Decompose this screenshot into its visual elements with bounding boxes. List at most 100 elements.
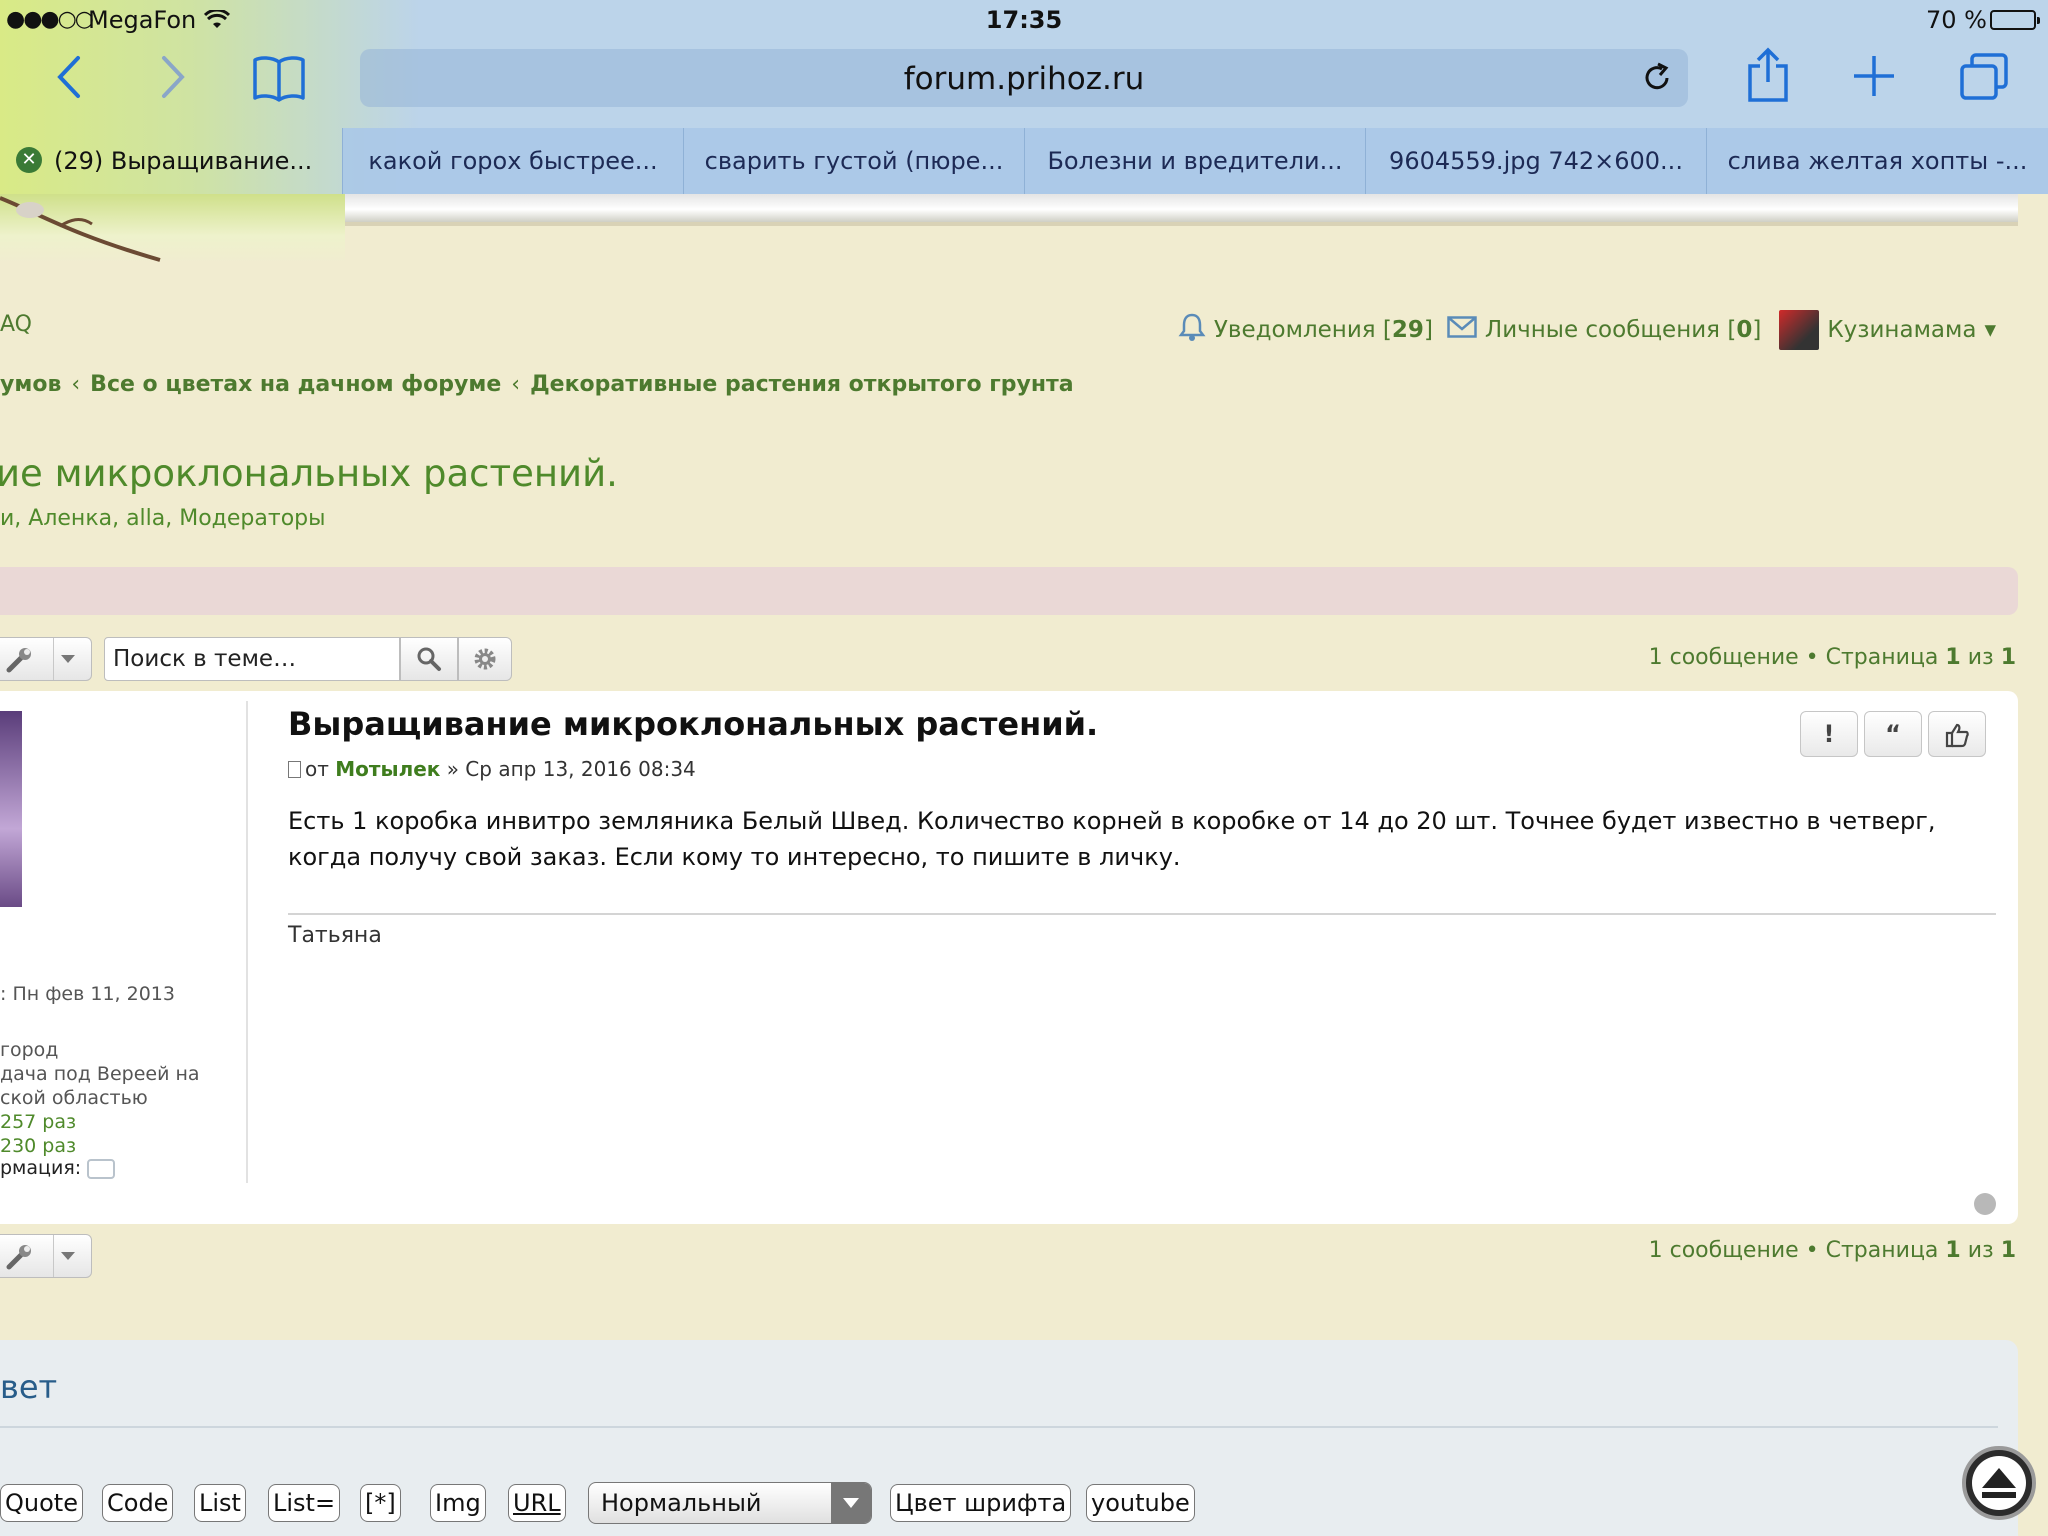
wrench-icon — [5, 1243, 35, 1275]
notifications-label: Уведомления [ — [1213, 317, 1392, 343]
quick-reply-panel: вет Quote Code List List= [*] Img URL Но… — [0, 1340, 2018, 1536]
chevron-down-icon[interactable]: ▾ — [1984, 317, 1996, 343]
avatar[interactable] — [1779, 310, 1820, 350]
topic-tools-button[interactable] — [0, 1234, 92, 1278]
tab-label: (29) Выращивание... — [54, 147, 313, 175]
font-size-value: Нормальный — [601, 1489, 762, 1517]
pagination-count: 1 сообщение • Страница — [1648, 1238, 1946, 1263]
like-button[interactable] — [1928, 711, 1986, 757]
chevron-down-icon[interactable] — [61, 655, 75, 663]
quote-button[interactable]: “ — [1864, 711, 1922, 757]
bbcode-code-button[interactable]: Code — [102, 1484, 174, 1522]
bell-icon[interactable] — [1178, 312, 1206, 348]
moderators-list[interactable]: и, Аленка, alla, Модераторы — [0, 506, 326, 531]
post: : Пн фев 11, 2013 город дача под Вереей … — [0, 691, 2018, 1224]
breadcrumb: умов ‹ Все о цветах на дачном форуме ‹ Декор… — [0, 372, 1074, 397]
post-date: » Ср апр 13, 2016 08:34 — [440, 757, 696, 781]
tab[interactable]: сварить густой (пюре... — [683, 128, 1024, 194]
forum-banner — [0, 194, 2048, 264]
breadcrumb-item[interactable]: умов — [0, 372, 61, 397]
tab[interactable]: слива желтая хопты -... — [1706, 128, 2048, 194]
profile-thanks-given[interactable]: 257 раз — [0, 1111, 76, 1133]
new-tab-icon[interactable] — [1852, 54, 1896, 102]
notifications-bracket: ] — [1423, 317, 1433, 343]
profile-thanks-received[interactable]: 230 раз — [0, 1135, 76, 1157]
pagination: 1 сообщение • Страница 1 из 1 — [1649, 1238, 2016, 1263]
search-input[interactable] — [104, 637, 400, 681]
battery-percent: 70 % — [1926, 6, 1987, 34]
reply-divider — [0, 1426, 1998, 1428]
profile-location: ской областью — [0, 1087, 148, 1109]
forward-icon[interactable] — [158, 52, 188, 106]
split-divider — [53, 1235, 54, 1277]
post-title[interactable]: Выращивание микроклональных растений. — [288, 705, 1098, 743]
back-icon[interactable] — [54, 52, 84, 106]
bbcode-img-button[interactable]: Img — [430, 1484, 486, 1522]
font-size-select[interactable]: Нормальный — [588, 1482, 872, 1524]
search-button[interactable] — [400, 637, 458, 681]
font-color-button[interactable]: Цвет шрифта — [890, 1484, 1072, 1522]
reload-icon[interactable] — [1640, 61, 1674, 99]
battery-nub — [2037, 17, 2040, 24]
banner-line — [345, 222, 2018, 226]
pagination: 1 сообщение • Страница 1 из 1 — [1649, 645, 2016, 670]
poster-avatar[interactable] — [0, 711, 22, 907]
messages-label: Личные сообщения [ — [1484, 317, 1737, 343]
pagination-total: 1 — [2000, 645, 2016, 670]
username-link[interactable]: Кузинамама — [1827, 317, 1976, 343]
tabs-overview-icon[interactable] — [1958, 52, 2010, 106]
messages-link[interactable]: Личные сообщения [0] — [1485, 317, 1761, 343]
share-icon[interactable] — [1746, 46, 1790, 108]
tab-active[interactable]: ✕ (29) Выращивание... — [0, 128, 342, 194]
contact-icon[interactable] — [87, 1158, 116, 1179]
chevron-down-icon[interactable] — [61, 1252, 75, 1260]
post-icon[interactable] — [288, 761, 301, 778]
bbcode-list-button[interactable]: List — [194, 1484, 246, 1522]
report-button[interactable]: ! — [1800, 711, 1858, 757]
tab[interactable]: 9604559.jpg 742×600... — [1365, 128, 1706, 194]
chevron-down-icon — [831, 1483, 871, 1523]
bbcode-url-button[interactable]: URL — [508, 1484, 566, 1522]
profile-registered: : Пн фев 11, 2013 — [0, 983, 175, 1005]
advanced-search-button[interactable] — [458, 637, 512, 681]
profile-contact: рмация: — [0, 1157, 116, 1179]
notifications-link[interactable]: Уведомления [29] — [1214, 317, 1433, 343]
tab-close-icon[interactable]: ✕ — [16, 147, 42, 173]
split-divider — [53, 638, 54, 680]
tab-label: какой горох быстрее... — [368, 147, 658, 175]
faq-link[interactable]: AQ — [0, 312, 32, 337]
bbcode-list-item-button[interactable]: [*] — [360, 1484, 401, 1522]
bbcode-list-ordered-button[interactable]: List= — [268, 1484, 341, 1522]
bbcode-quote-button[interactable]: Quote — [0, 1484, 83, 1522]
scroll-to-top-inner — [1972, 1456, 2026, 1510]
pagination-count: 1 сообщение • Страница — [1648, 645, 1946, 670]
breadcrumb-item[interactable]: Декоративные растения открытого грунта — [530, 372, 1074, 397]
tab-label: слива желтая хопты -... — [1727, 147, 2028, 175]
status-bar: ●●●○○ MegaFon 17:35 70 % — [0, 0, 2048, 40]
notice-bar — [0, 567, 2018, 615]
envelope-icon[interactable] — [1447, 316, 1477, 344]
topic-tools-button[interactable] — [0, 637, 92, 681]
scroll-to-top-button[interactable] — [1962, 1446, 2036, 1520]
thumbs-up-icon — [1944, 720, 1970, 748]
bookmarks-icon[interactable] — [252, 54, 306, 106]
back-to-top-icon[interactable] — [1974, 1193, 1996, 1215]
pagination-current-page[interactable]: 1 — [1945, 645, 1960, 670]
reply-title: вет — [0, 1368, 58, 1406]
breadcrumb-separator: ‹ — [71, 372, 81, 397]
youtube-button[interactable]: youtube — [1086, 1484, 1195, 1522]
post-author[interactable]: Мотылек — [335, 757, 440, 781]
tab[interactable]: Болезни и вредители... — [1024, 128, 1365, 194]
post-body: Есть 1 коробка инвитро земляника Белый Ш… — [288, 807, 1936, 871]
breadcrumb-item[interactable]: Все о цветах на дачном форуме — [90, 372, 501, 397]
signature-divider — [288, 913, 1996, 915]
breadcrumb-separator: ‹ — [511, 372, 521, 397]
battery-icon — [1990, 10, 2040, 30]
pagination-total: 1 — [2000, 1238, 2016, 1263]
page-title[interactable]: ие микроклональных растений. — [0, 452, 618, 495]
post-by: от — [305, 757, 336, 781]
browser-chrome: ●●●○○ MegaFon 17:35 70 % forum.prihoz.ru… — [0, 0, 2048, 194]
tab[interactable]: какой горох быстрее... — [342, 128, 683, 194]
pagination-current-page[interactable]: 1 — [1945, 1238, 1960, 1263]
address-bar[interactable]: forum.prihoz.ru — [360, 49, 1688, 107]
